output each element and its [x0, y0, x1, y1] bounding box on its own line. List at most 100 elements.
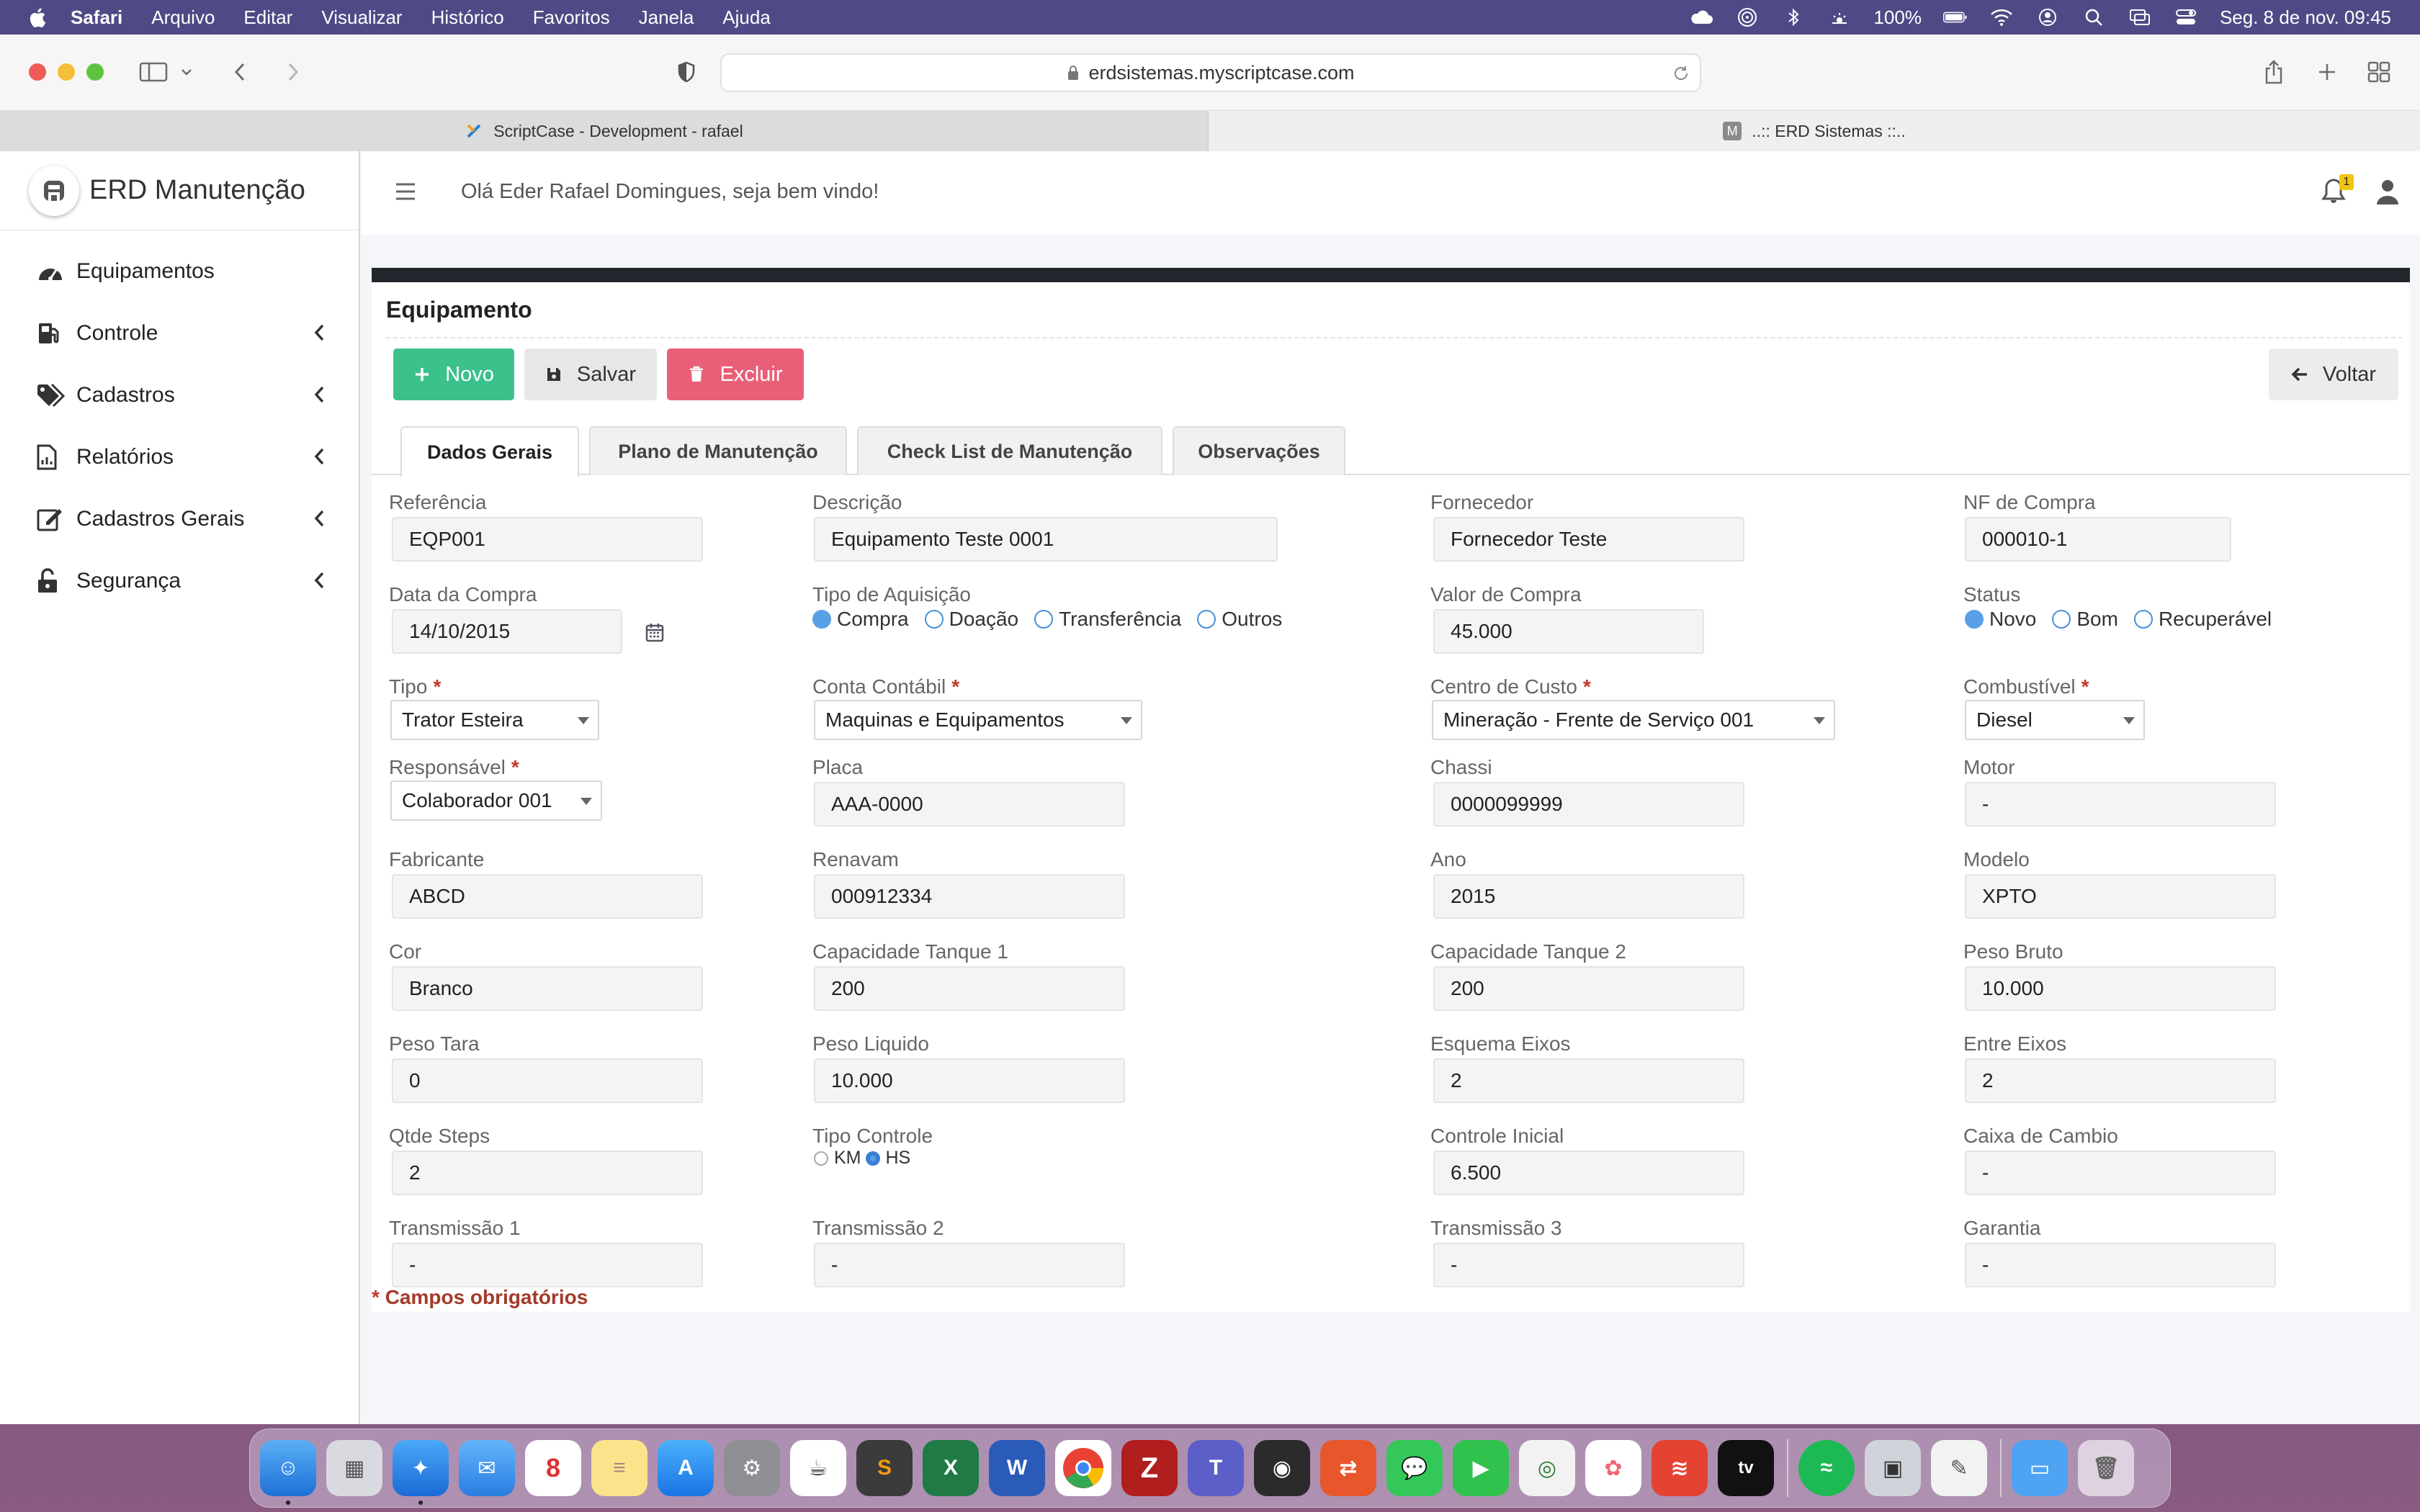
radio-bom-circle[interactable] [2052, 610, 2071, 629]
menu-arquivo[interactable]: Arquivo [151, 6, 215, 29]
cloud-icon[interactable] [1689, 8, 1713, 27]
dock-notes-icon[interactable]: ≡ [591, 1440, 647, 1496]
radio-doacao-circle[interactable] [924, 610, 944, 629]
radio-recuperavel-circle[interactable] [2133, 610, 2153, 629]
radio-compra-circle[interactable] [812, 610, 831, 629]
radio-outros-circle[interactable] [1197, 610, 1216, 629]
menu-ajuda[interactable]: Ajuda [722, 6, 771, 29]
dock-launchpad-icon[interactable]: ▦ [326, 1440, 382, 1496]
share-icon[interactable] [2257, 56, 2290, 88]
browser-tab-erd[interactable]: M ..:: ERD Sistemas ::.. [1209, 111, 2420, 151]
descricao-input[interactable]: Equipamento Teste 0001 [814, 517, 1278, 562]
referencia-input[interactable]: EQP001 [392, 517, 703, 562]
battery-icon[interactable] [1942, 8, 1968, 27]
placa-input[interactable]: AAA-0000 [814, 782, 1125, 827]
new-tab-icon[interactable] [2311, 56, 2344, 88]
radio-novo[interactable]: Novo [1965, 608, 2036, 631]
dock-safari-icon[interactable]: ✦ [393, 1440, 449, 1505]
window-minimize-button[interactable] [58, 63, 75, 81]
tab-dados-gerais[interactable]: Dados Gerais [400, 426, 579, 477]
wifi-icon[interactable] [1989, 8, 2014, 27]
dock-finder-icon[interactable]: ☺ [260, 1440, 316, 1505]
forward-icon[interactable] [277, 56, 310, 88]
sidebar-item-relatorios[interactable]: Relatórios [0, 426, 359, 488]
menu-historico[interactable]: Histórico [431, 6, 504, 29]
radio-km[interactable]: KM [814, 1148, 861, 1169]
dock-mail-icon[interactable]: ✉ [459, 1440, 515, 1496]
centro-custo-select[interactable]: Mineração - Frente de Serviço 001 [1432, 700, 1835, 740]
cor-input[interactable]: Branco [392, 966, 703, 1011]
chevron-down-icon[interactable] [176, 56, 197, 88]
bluetooth-icon[interactable] [1781, 8, 1806, 27]
dock-facetime-icon[interactable]: ▶ [1453, 1440, 1509, 1496]
tab-overview-icon[interactable] [2362, 56, 2396, 88]
conta-contabil-select[interactable]: Maquinas e Equipamentos [814, 700, 1142, 740]
menu-janela[interactable]: Janela [639, 6, 694, 29]
modelo-input[interactable]: XPTO [1965, 874, 2276, 919]
dock-photos-icon[interactable]: ✿ [1585, 1440, 1641, 1496]
window-zoom-button[interactable] [86, 63, 104, 81]
sidebar-item-controle[interactable]: Controle [0, 302, 359, 364]
sidebar-item-cadastros[interactable]: Cadastros [0, 364, 359, 426]
tab-plano-manutencao[interactable]: Plano de Manutenção [589, 426, 847, 475]
tab-check-list[interactable]: Check List de Manutenção [857, 426, 1162, 475]
calendar-icon[interactable] [645, 622, 664, 642]
radio-hs-circle[interactable] [865, 1151, 880, 1166]
dock-word-icon[interactable]: W [989, 1440, 1045, 1496]
privacy-shield-icon[interactable] [670, 56, 703, 88]
caixa-cambio-input[interactable]: - [1965, 1151, 2276, 1195]
dock-filezilla-icon[interactable]: Z [1121, 1440, 1178, 1496]
dock-teams-icon[interactable]: T [1188, 1440, 1244, 1496]
dock-chrome-icon[interactable] [1055, 1440, 1111, 1496]
dock-excel-icon[interactable]: X [923, 1440, 979, 1496]
screen-mirroring-icon[interactable] [2128, 8, 2152, 27]
window-close-button[interactable] [29, 63, 46, 81]
esquema-eixos-input[interactable]: 2 [1433, 1058, 1744, 1103]
airdrop-icon[interactable] [1735, 8, 1760, 27]
user-switch-icon[interactable] [2035, 8, 2060, 27]
hamburger-menu-icon[interactable] [395, 181, 416, 202]
sidebar-item-cadastros-gerais[interactable]: Cadastros Gerais [0, 488, 359, 550]
dock-find-my-icon[interactable]: ◎ [1519, 1440, 1575, 1496]
user-profile-icon[interactable] [2375, 179, 2400, 206]
fornecedor-input[interactable]: Fornecedor Teste [1433, 517, 1744, 562]
radio-doacao[interactable]: Doação [924, 608, 1018, 631]
dock-messages-icon[interactable]: 💬 [1386, 1440, 1443, 1496]
dock-spotify-icon[interactable]: ≈ [1798, 1440, 1855, 1496]
nf-compra-input[interactable]: 000010-1 [1965, 517, 2231, 562]
tipo-select[interactable]: Trator Esteira [390, 700, 599, 740]
radio-recuperavel[interactable]: Recuperável [2133, 608, 2272, 631]
sidebar-item-seguranca[interactable]: Segurança [0, 550, 359, 612]
dock-trash-icon[interactable]: 🗑 [2078, 1440, 2134, 1496]
qtde-steps-input[interactable]: 2 [392, 1151, 703, 1195]
menu-visualizar[interactable]: Visualizar [321, 6, 402, 29]
dock-remote-desktop-icon[interactable]: ⇄ [1320, 1440, 1376, 1496]
brightness-icon[interactable] [1827, 8, 1852, 27]
dock-sublime-text-icon[interactable]: S [856, 1440, 913, 1496]
dock-system-preferences-icon[interactable]: ⚙ [724, 1440, 780, 1496]
peso-liquido-input[interactable]: 10.000 [814, 1058, 1125, 1103]
garantia-input[interactable]: - [1965, 1243, 2276, 1287]
voltar-button[interactable]: Voltar [2269, 348, 2398, 400]
novo-button[interactable]: Novo [393, 348, 514, 400]
radio-hs[interactable]: HS [865, 1148, 910, 1169]
fabricante-input[interactable]: ABCD [392, 874, 703, 919]
sidebar-item-equipamentos[interactable]: Equipamentos [0, 240, 359, 302]
radio-bom[interactable]: Bom [2052, 608, 2118, 631]
renavam-input[interactable]: 000912334 [814, 874, 1125, 919]
excluir-button[interactable]: Excluir [667, 348, 804, 400]
valor-compra-input[interactable]: 45.000 [1433, 609, 1704, 654]
peso-bruto-input[interactable]: 10.000 [1965, 966, 2276, 1011]
transmissao3-input[interactable]: - [1433, 1243, 1744, 1287]
menu-favoritos[interactable]: Favoritos [533, 6, 610, 29]
dock-obs-icon[interactable]: ◉ [1254, 1440, 1310, 1496]
combustivel-select[interactable]: Diesel [1965, 700, 2145, 740]
transmissao2-input[interactable]: - [814, 1243, 1125, 1287]
radio-km-circle[interactable] [814, 1151, 828, 1166]
sidebar-brand[interactable]: ERD Manutenção [0, 151, 359, 230]
responsavel-select[interactable]: Colaborador 001 [390, 780, 602, 821]
transmissao1-input[interactable]: - [392, 1243, 703, 1287]
apple-menu-icon[interactable] [27, 6, 48, 28]
dock-textedit-icon[interactable]: ✎ [1931, 1440, 1987, 1496]
motor-input[interactable]: - [1965, 782, 2276, 827]
